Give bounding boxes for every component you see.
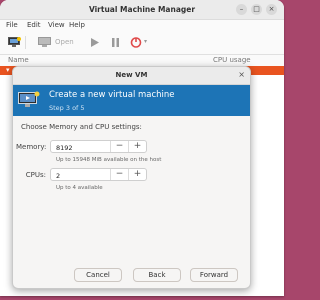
minimize-button[interactable]: – bbox=[236, 4, 247, 15]
cancel-button[interactable]: Cancel bbox=[74, 268, 122, 282]
menu-edit[interactable]: Edit bbox=[27, 21, 41, 29]
close-button[interactable]: × bbox=[266, 4, 277, 15]
play-icon[interactable] bbox=[88, 37, 101, 48]
dialog-close-button[interactable]: × bbox=[238, 70, 245, 79]
title-bar: Virtual Machine Manager – □ × bbox=[0, 0, 284, 20]
dialog-title: New VM bbox=[115, 71, 148, 79]
new-vm-dialog: New VM × Create a new virtual machine St… bbox=[12, 66, 251, 289]
new-vm-monitor-icon bbox=[18, 91, 40, 107]
cpus-increment-button[interactable]: + bbox=[128, 169, 146, 180]
toolbar: Open ▾ bbox=[0, 31, 284, 55]
menu-help[interactable]: Help bbox=[69, 21, 85, 29]
menu-view[interactable]: View bbox=[48, 21, 65, 29]
forward-button[interactable]: Forward bbox=[190, 268, 238, 282]
cpus-label: CPUs: bbox=[25, 171, 46, 179]
maximize-button[interactable]: □ bbox=[251, 4, 262, 15]
memory-decrement-button[interactable]: − bbox=[110, 141, 128, 152]
menu-bar: File Edit View Help bbox=[0, 20, 284, 31]
memory-increment-button[interactable]: + bbox=[128, 141, 146, 152]
new-vm-icon[interactable] bbox=[8, 37, 21, 48]
memory-hint: Up to 15948 MiB available on the host bbox=[56, 157, 162, 163]
expander-icon[interactable]: ▾ bbox=[6, 66, 10, 74]
section-label: Choose Memory and CPU settings: bbox=[21, 123, 142, 131]
chevron-down-icon[interactable]: ▾ bbox=[144, 38, 147, 45]
monitor-icon[interactable] bbox=[38, 37, 51, 48]
wizard-banner: Create a new virtual machine Step 3 of 5 bbox=[13, 85, 250, 116]
open-button[interactable]: Open bbox=[55, 38, 74, 46]
menu-file[interactable]: File bbox=[6, 21, 18, 29]
cpu-usage-column-header[interactable]: CPU usage bbox=[213, 56, 251, 64]
memory-value[interactable]: 8192 bbox=[56, 144, 73, 152]
banner-step: Step 3 of 5 bbox=[49, 104, 85, 112]
cpus-value[interactable]: 2 bbox=[56, 172, 60, 180]
cpus-spinner[interactable]: 2 − + bbox=[50, 168, 147, 181]
cpus-decrement-button[interactable]: − bbox=[110, 169, 128, 180]
pause-icon[interactable] bbox=[109, 37, 122, 48]
name-column-header[interactable]: Name bbox=[8, 56, 29, 64]
dialog-title-bar: New VM × bbox=[13, 67, 250, 85]
cpus-hint: Up to 4 available bbox=[56, 185, 103, 191]
memory-label: Memory: bbox=[16, 143, 47, 151]
banner-title: Create a new virtual machine bbox=[49, 90, 175, 100]
memory-spinner[interactable]: 8192 − + bbox=[50, 140, 147, 153]
shutdown-icon[interactable] bbox=[130, 37, 143, 48]
back-button[interactable]: Back bbox=[133, 268, 181, 282]
